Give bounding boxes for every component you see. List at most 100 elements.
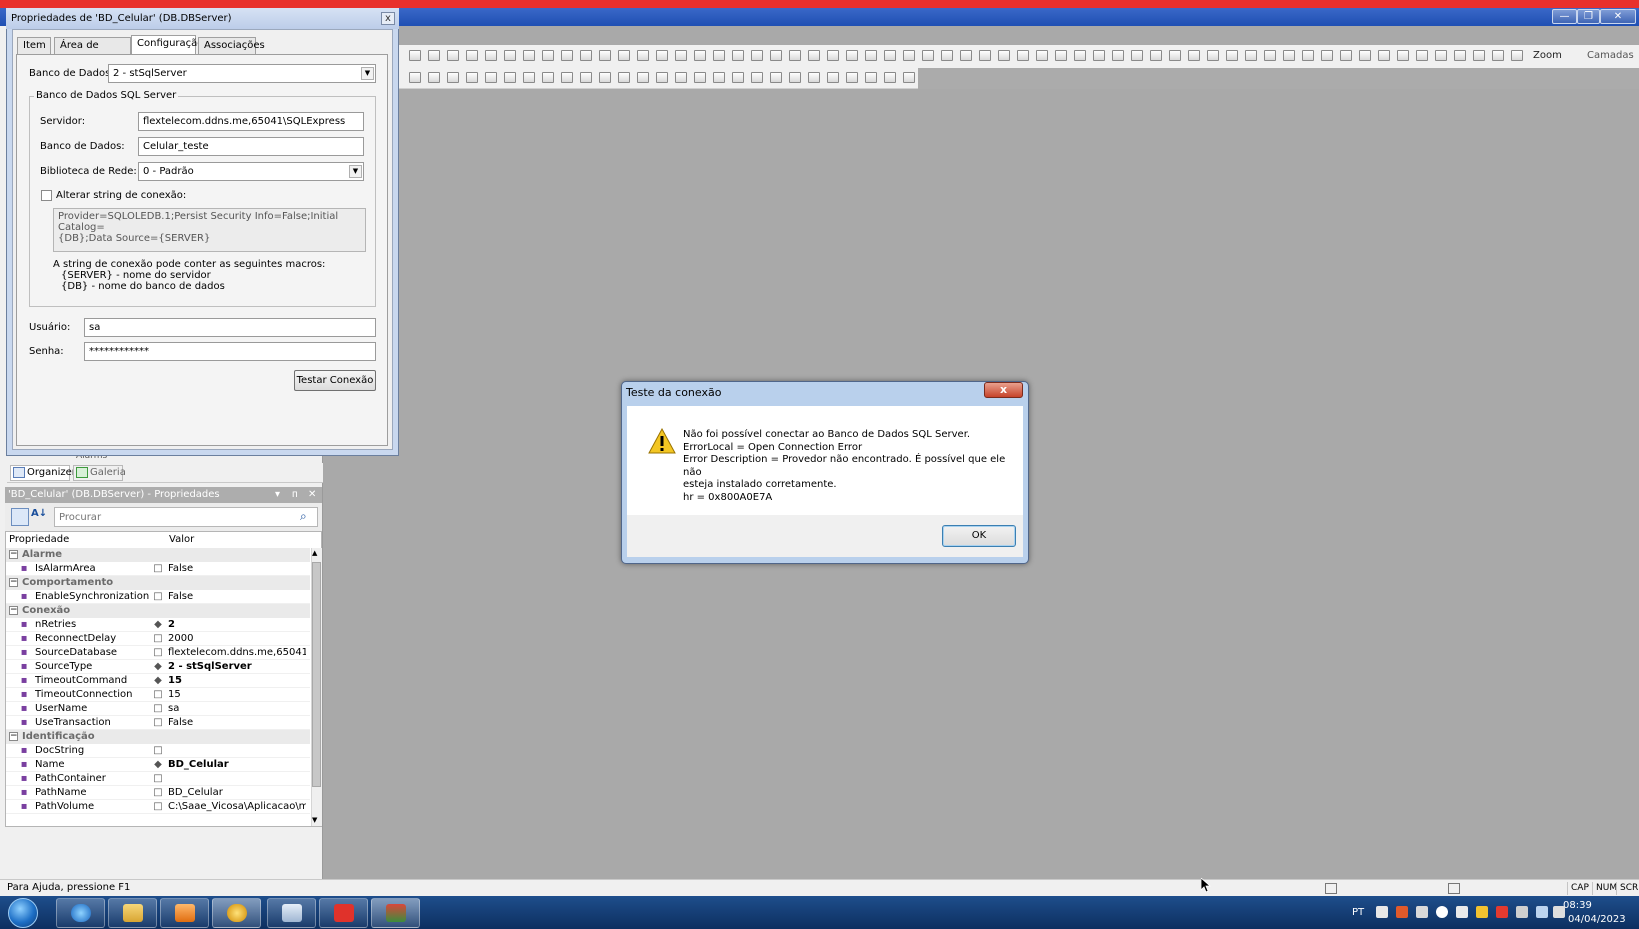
toolbar-button-icon[interactable] [1397,50,1409,61]
ok-button[interactable]: OK [942,525,1016,547]
pin-icon[interactable]: ᴨ [292,487,298,503]
property-row[interactable]: ▪ TimeoutCommand ◆ 15 [6,674,310,688]
toolbar-button-icon[interactable] [789,50,801,61]
tray-cloud-icon[interactable] [1436,906,1448,918]
toolbar-button-icon[interactable] [1074,50,1086,61]
toolbar-button-icon[interactable] [1435,50,1447,61]
toolbar-button-icon[interactable] [542,72,554,83]
taskbar-media-button[interactable] [160,898,209,928]
tab-alarm-area[interactable]: Área de Alarmes [54,37,131,66]
toolbar-button-icon[interactable] [922,50,934,61]
toolbar-button-icon[interactable] [1131,50,1143,61]
clock-time[interactable]: 08:39 [1563,900,1592,911]
toolbar-button-icon[interactable] [979,50,991,61]
toolbar-button-icon[interactable] [1511,50,1523,61]
property-value[interactable]: 2 [168,618,306,632]
toolbar-button-icon[interactable] [656,72,668,83]
collapse-icon[interactable]: − [9,578,18,587]
property-row[interactable]: ▪ PathVolume □ C:\Saae_Vicosa\Aplicacao\mai… [6,800,310,814]
toolbar-button-icon[interactable] [884,72,896,83]
tray-warning-icon[interactable] [1476,906,1488,918]
tray-anydesk-icon[interactable] [1496,906,1508,918]
property-value[interactable]: sa [168,702,306,716]
clock-date[interactable]: 04/04/2023 [1568,914,1626,925]
toolbar-button-icon[interactable] [523,72,535,83]
tab-item[interactable]: Item [17,37,51,54]
tray-flag-icon[interactable] [1416,906,1428,918]
alter-connection-string-checkbox[interactable] [41,190,52,201]
toolbar-button-icon[interactable] [675,50,687,61]
property-row[interactable]: ▪ SourceDatabase □ flextelecom.ddns.me,6504… [6,646,310,660]
toolbar-button-icon[interactable] [903,50,915,61]
property-value[interactable]: 15 [168,674,306,688]
toolbar-button-icon[interactable] [751,50,763,61]
toolbar-button-icon[interactable] [998,50,1010,61]
tray-security-icon[interactable] [1516,906,1528,918]
toolbar-button-icon[interactable] [770,50,782,61]
toolbar-button-icon[interactable] [694,50,706,61]
toolbar-button-icon[interactable] [485,72,497,83]
user-input[interactable]: sa [84,318,376,337]
toolbar-button-icon[interactable] [466,72,478,83]
property-row[interactable]: ▪ UseTransaction □ False [6,716,310,730]
property-row[interactable]: ▪ ReconnectDelay □ 2000 [6,632,310,646]
toolbar-button-icon[interactable] [1473,50,1485,61]
tray-app-icon[interactable] [1376,906,1388,918]
toolbar-button-icon[interactable] [1055,50,1067,61]
toolbar-button-icon[interactable] [808,72,820,83]
toolbar-button-icon[interactable] [599,50,611,61]
toolbar-button-icon[interactable] [903,72,915,83]
collapse-icon[interactable]: − [9,732,18,741]
property-value[interactable]: False [168,716,306,730]
property-row[interactable]: ▪ UserName □ sa [6,702,310,716]
language-indicator[interactable]: PT [1352,907,1364,918]
tray-network-icon[interactable] [1536,906,1548,918]
toolbar-button-icon[interactable] [409,50,421,61]
toolbar-button-icon[interactable] [485,50,497,61]
taskbar-explorer-button[interactable] [108,898,157,928]
scroll-down-icon[interactable]: ▼ [312,816,317,824]
toolbar-button-icon[interactable] [1093,50,1105,61]
toolbar-button-icon[interactable] [732,50,744,61]
gallery-tab[interactable]: Galeria [73,465,126,481]
tray-sync-icon[interactable] [1396,906,1408,918]
toolbar-button-icon[interactable] [1302,50,1314,61]
property-category[interactable]: − Identificação [6,730,310,744]
test-connection-button[interactable]: Testar Conexão [294,370,376,391]
toolbar-button-icon[interactable] [466,50,478,61]
properties-window-close-button[interactable]: x [381,12,395,25]
collapse-icon[interactable]: − [9,606,18,615]
toolbar-button-icon[interactable] [1359,50,1371,61]
connection-string-textarea[interactable]: Provider=SQLOLEDB.1;Persist Security Inf… [53,208,366,252]
toolbar-button-icon[interactable] [637,72,649,83]
toolbar-button-icon[interactable] [713,72,725,83]
toolbar-button-icon[interactable] [808,50,820,61]
property-value[interactable]: BD_Celular [168,758,306,772]
property-category[interactable]: − Comportamento [6,576,310,590]
toolbar-button-icon[interactable] [542,50,554,61]
start-button[interactable] [8,898,38,928]
toolbar-button-icon[interactable] [884,50,896,61]
taskbar-ie-button[interactable] [56,898,105,928]
toolbar-button-icon[interactable] [941,50,953,61]
property-row[interactable]: ▪ IsAlarmArea □ False [6,562,310,576]
zoom-dropdown[interactable]: Zoom [1533,50,1562,61]
toolbar-button-icon[interactable] [580,72,592,83]
toolbar-button-icon[interactable] [732,72,744,83]
toolbar-button-icon[interactable] [865,72,877,83]
toolbar-button-icon[interactable] [409,72,421,83]
toolbar-button-icon[interactable] [1226,50,1238,61]
maximize-button[interactable]: ❐ [1577,9,1600,24]
toolbar-button-icon[interactable] [713,50,725,61]
toolbar-button-icon[interactable] [618,50,630,61]
property-row[interactable]: ▪ PathContainer □ [6,772,310,786]
toolbar-button-icon[interactable] [1321,50,1333,61]
toolbar-button-icon[interactable] [1017,50,1029,61]
property-row[interactable]: ▪ TimeoutConnection □ 15 [6,688,310,702]
collapse-icon[interactable]: − [9,550,18,559]
toolbar-button-icon[interactable] [504,50,516,61]
dialog-close-button[interactable]: x [984,382,1023,398]
toolbar-button-icon[interactable] [637,50,649,61]
property-value[interactable]: 2 - stSqlServer [168,660,306,674]
property-category[interactable]: − Alarme [6,548,310,562]
